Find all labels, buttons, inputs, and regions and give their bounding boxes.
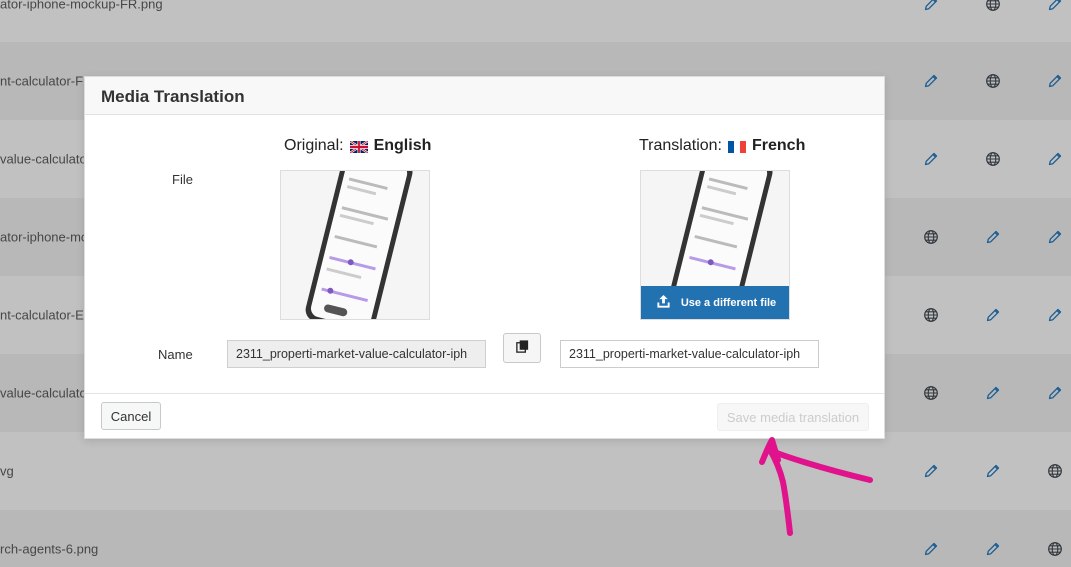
translation-heading: Translation: French (639, 137, 805, 155)
original-language: English (373, 137, 432, 154)
media-translation-dialog: Media Translation Original: English Tran… (84, 76, 885, 439)
cancel-button[interactable]: Cancel (101, 402, 161, 430)
name-label: Name (158, 347, 193, 362)
dialog-title: Media Translation (101, 87, 245, 106)
dialog-footer: Cancel Save media translation (85, 393, 884, 439)
upload-icon (656, 294, 671, 312)
original-thumbnail (280, 170, 430, 320)
original-name-field: 2311_properti-market-value-calculator-ip… (227, 340, 486, 368)
translation-language: French (752, 137, 806, 154)
translation-label: Translation: (639, 137, 722, 154)
original-heading: Original: English (284, 137, 431, 155)
use-different-file-button[interactable]: Use a different file (641, 286, 789, 319)
copy-icon (515, 339, 530, 357)
use-different-file-label: Use a different file (680, 296, 777, 309)
france-flag-icon (728, 140, 746, 153)
uk-flag-icon (349, 139, 368, 155)
dialog-header: Media Translation (85, 77, 884, 115)
phone-mockup-image (281, 171, 429, 319)
copy-name-button[interactable] (503, 333, 541, 363)
save-media-translation-button[interactable]: Save media translation (717, 403, 869, 431)
original-label: Original: (284, 137, 344, 154)
file-label: File (172, 172, 193, 187)
translated-name-input[interactable] (560, 340, 819, 368)
translation-thumbnail: Use a different file (640, 170, 790, 320)
